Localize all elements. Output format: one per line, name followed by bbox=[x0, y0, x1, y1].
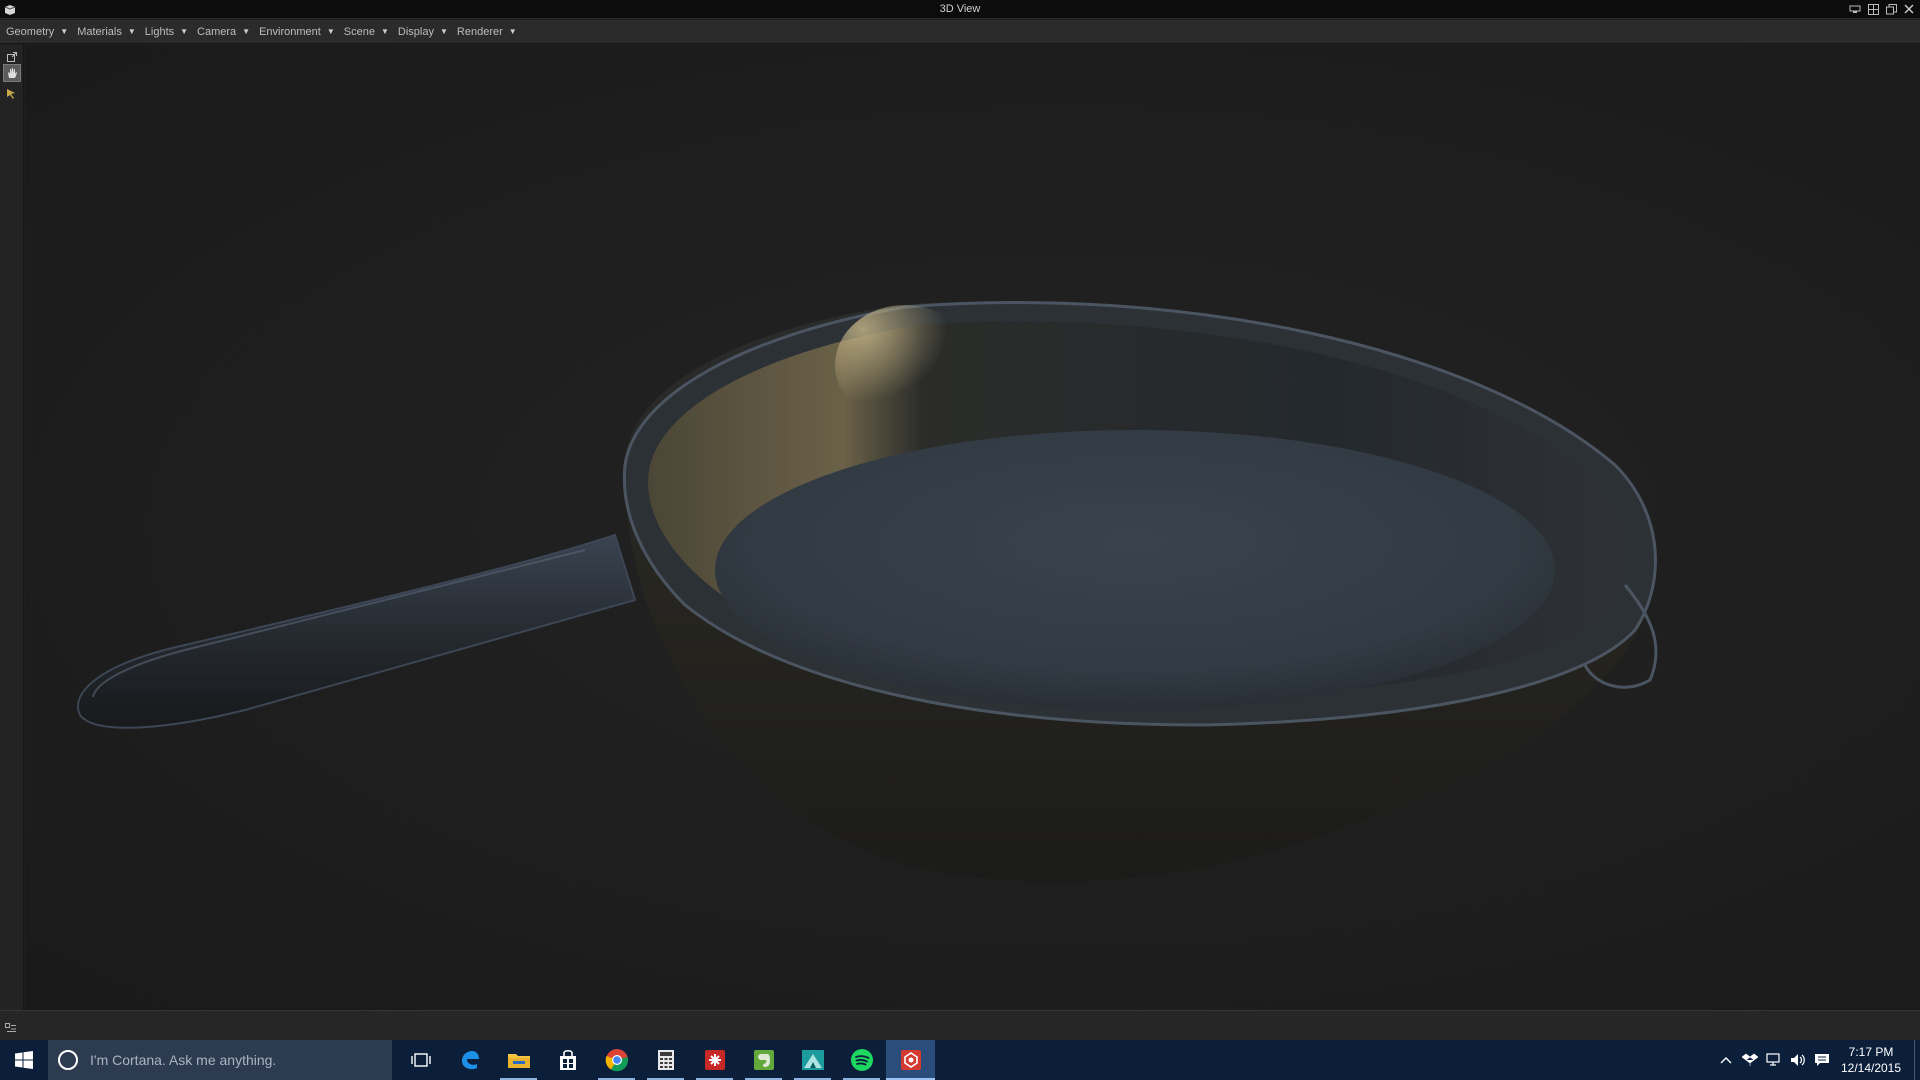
store-icon bbox=[559, 1049, 576, 1070]
dropdown-arrow-icon: ▼ bbox=[127, 27, 136, 36]
tray-overflow-chevron-icon[interactable] bbox=[1714, 1040, 1738, 1080]
cortana-icon bbox=[58, 1050, 78, 1070]
dropdown-arrow-icon: ▼ bbox=[508, 27, 517, 36]
window-title: 3D View bbox=[939, 3, 981, 15]
dropdown-arrow-icon: ▼ bbox=[380, 27, 389, 36]
pin-icon[interactable] bbox=[1848, 2, 1862, 16]
menu-renderer[interactable]: Renderer ▼ bbox=[457, 26, 517, 38]
chrome-icon bbox=[605, 1049, 628, 1072]
skillet-render bbox=[76, 301, 1658, 882]
dropdown-arrow-icon: ▼ bbox=[242, 27, 251, 36]
viewport-tool-strip bbox=[0, 45, 24, 1010]
windows-logo-icon bbox=[15, 1051, 33, 1069]
edge-icon bbox=[461, 1051, 479, 1070]
show-desktop-button[interactable] bbox=[1914, 1040, 1920, 1080]
calculator-icon bbox=[657, 1050, 674, 1070]
maps-app-icon bbox=[801, 1050, 824, 1070]
menu-environment[interactable]: Environment ▼ bbox=[259, 26, 335, 38]
status-strip bbox=[0, 1010, 1920, 1040]
taskbar-clock[interactable]: 7:17 PM 12/14/2015 bbox=[1834, 1044, 1908, 1076]
dropdown-arrow-icon: ▼ bbox=[326, 27, 335, 36]
restore-icon[interactable] bbox=[1884, 2, 1898, 16]
taskbar-maps-app[interactable] bbox=[788, 1040, 837, 1080]
menu-display[interactable]: Display ▼ bbox=[398, 26, 448, 38]
taskbar-edge[interactable] bbox=[445, 1040, 494, 1080]
substance-painter-icon bbox=[900, 1050, 921, 1070]
log-toggle-icon[interactable] bbox=[5, 1020, 17, 1038]
close-icon[interactable] bbox=[1902, 2, 1916, 16]
menu-lights[interactable]: Lights ▼ bbox=[145, 26, 188, 38]
windows-taskbar: I'm Cortana. Ask me anything. 7:17 PM 12… bbox=[0, 1040, 1920, 1080]
dropdown-arrow-icon: ▼ bbox=[60, 27, 69, 36]
taskbar-substance-painter[interactable] bbox=[886, 1040, 935, 1080]
clock-date: 12/14/2015 bbox=[1840, 1061, 1902, 1075]
dropbox-tray-icon[interactable] bbox=[1738, 1040, 1762, 1080]
red-app-icon bbox=[704, 1050, 725, 1070]
hand-tool-icon[interactable] bbox=[3, 64, 21, 82]
window-title-bar: 3D View bbox=[0, 0, 1920, 19]
viewport-menu-bar: Geometry ▼ Materials ▼ Lights ▼ Camera ▼ Env… bbox=[0, 20, 1920, 44]
dropdown-arrow-icon: ▼ bbox=[180, 27, 189, 36]
file-explorer-icon bbox=[507, 1054, 530, 1068]
start-button[interactable] bbox=[0, 1040, 48, 1080]
taskbar-red-app[interactable] bbox=[690, 1040, 739, 1080]
taskbar-calculator[interactable] bbox=[641, 1040, 690, 1080]
volume-icon[interactable] bbox=[1786, 1040, 1810, 1080]
dropdown-arrow-icon: ▼ bbox=[439, 27, 448, 36]
taskbar-chrome[interactable] bbox=[592, 1040, 641, 1080]
task-view-button[interactable] bbox=[396, 1040, 445, 1080]
taskbar-file-explorer[interactable] bbox=[494, 1040, 543, 1080]
spotify-icon bbox=[850, 1049, 873, 1071]
menu-scene[interactable]: Scene ▼ bbox=[344, 26, 389, 38]
network-icon[interactable] bbox=[1762, 1040, 1786, 1080]
clock-time: 7:17 PM bbox=[1848, 1045, 1894, 1059]
action-center-icon[interactable] bbox=[1810, 1040, 1834, 1080]
search-placeholder: I'm Cortana. Ask me anything. bbox=[90, 1052, 277, 1068]
select-arrow-icon[interactable] bbox=[3, 85, 21, 103]
menu-materials[interactable]: Materials ▼ bbox=[77, 26, 136, 38]
evernote-icon bbox=[753, 1050, 774, 1070]
taskbar-evernote[interactable] bbox=[739, 1040, 788, 1080]
menu-camera[interactable]: Camera ▼ bbox=[197, 26, 250, 38]
cortana-search-box[interactable]: I'm Cortana. Ask me anything. bbox=[48, 1040, 392, 1080]
layout-icon[interactable] bbox=[1866, 2, 1880, 16]
task-view-icon bbox=[410, 1053, 431, 1067]
taskbar-store[interactable] bbox=[543, 1040, 592, 1080]
taskbar-spotify[interactable] bbox=[837, 1040, 886, 1080]
menu-geometry[interactable]: Geometry ▼ bbox=[6, 26, 68, 38]
3d-viewport[interactable] bbox=[25, 45, 1920, 1010]
